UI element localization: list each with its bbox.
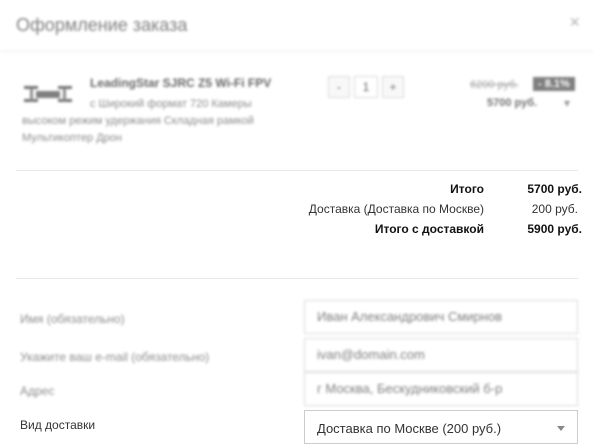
shipping-row: Доставка (Доставка по Москве) 200 руб. <box>200 200 582 220</box>
quantity-decrease-button[interactable]: - <box>328 76 350 98</box>
email-field[interactable]: ivan@domain.com <box>304 338 578 372</box>
product-name[interactable]: LeadingStar SJRC Z5 Wi-Fi FPV <box>90 76 271 90</box>
order-totals: Итого 5700 руб. Доставка (Доставка по Мо… <box>200 180 582 240</box>
name-label: Имя (обязательно) <box>20 312 125 326</box>
delivery-selected-value: Доставка по Москве (200 руб.) <box>317 421 502 436</box>
delivery-label: Вид доставки <box>20 418 96 432</box>
quantity-increase-button[interactable]: + <box>382 76 404 98</box>
close-icon[interactable]: × <box>569 12 580 33</box>
old-price: 6200 руб. <box>470 79 519 91</box>
divider <box>16 170 578 171</box>
subtotal-value: 5700 руб. <box>527 182 582 196</box>
grand-total-value: 5900 руб. <box>527 222 582 236</box>
grand-total-row: Итого с доставкой 5900 руб. <box>200 220 582 240</box>
shipping-value: 200 руб. <box>531 202 578 216</box>
modal-title: Оформление заказа <box>16 15 188 35</box>
address-row: Адрес г Москва, Бескудниковский б-р <box>0 372 594 412</box>
cart-item: LeadingStar SJRC Z5 Wi-Fi FPV с Широкий … <box>0 64 594 164</box>
discount-badge: - 8.1% <box>533 77 575 91</box>
address-field[interactable]: г Москва, Бескудниковский б-р <box>304 372 578 406</box>
name-row: Имя (обязательно) Иван Александрович Сми… <box>0 300 594 340</box>
item-price: 5700 руб. <box>487 97 538 109</box>
product-description: с Широкий формат 720 Камеры высоком режи… <box>22 98 254 144</box>
modal-header: Оформление заказа × <box>0 0 594 52</box>
quantity-input[interactable]: 1 <box>354 76 378 98</box>
divider <box>16 278 578 279</box>
quantity-stepper: - 1 + <box>328 76 404 98</box>
address-label: Адрес <box>20 384 55 398</box>
chevron-down-icon <box>557 426 565 431</box>
delivery-row: Вид доставки Доставка по Москве (200 руб… <box>0 410 594 448</box>
subtotal-label: Итого <box>450 182 484 196</box>
email-label: Укажите ваш e-mail (обязательно) <box>20 350 210 364</box>
name-field[interactable]: Иван Александрович Смирнов <box>304 300 578 334</box>
delivery-select[interactable]: Доставка по Москве (200 руб.) <box>304 410 578 444</box>
subtotal-row: Итого 5700 руб. <box>200 180 582 200</box>
grand-total-label: Итого с доставкой <box>374 222 484 236</box>
chevron-down-icon[interactable]: ▾ <box>564 96 570 110</box>
shipping-label: Доставка (Доставка по Москве) <box>308 202 484 216</box>
